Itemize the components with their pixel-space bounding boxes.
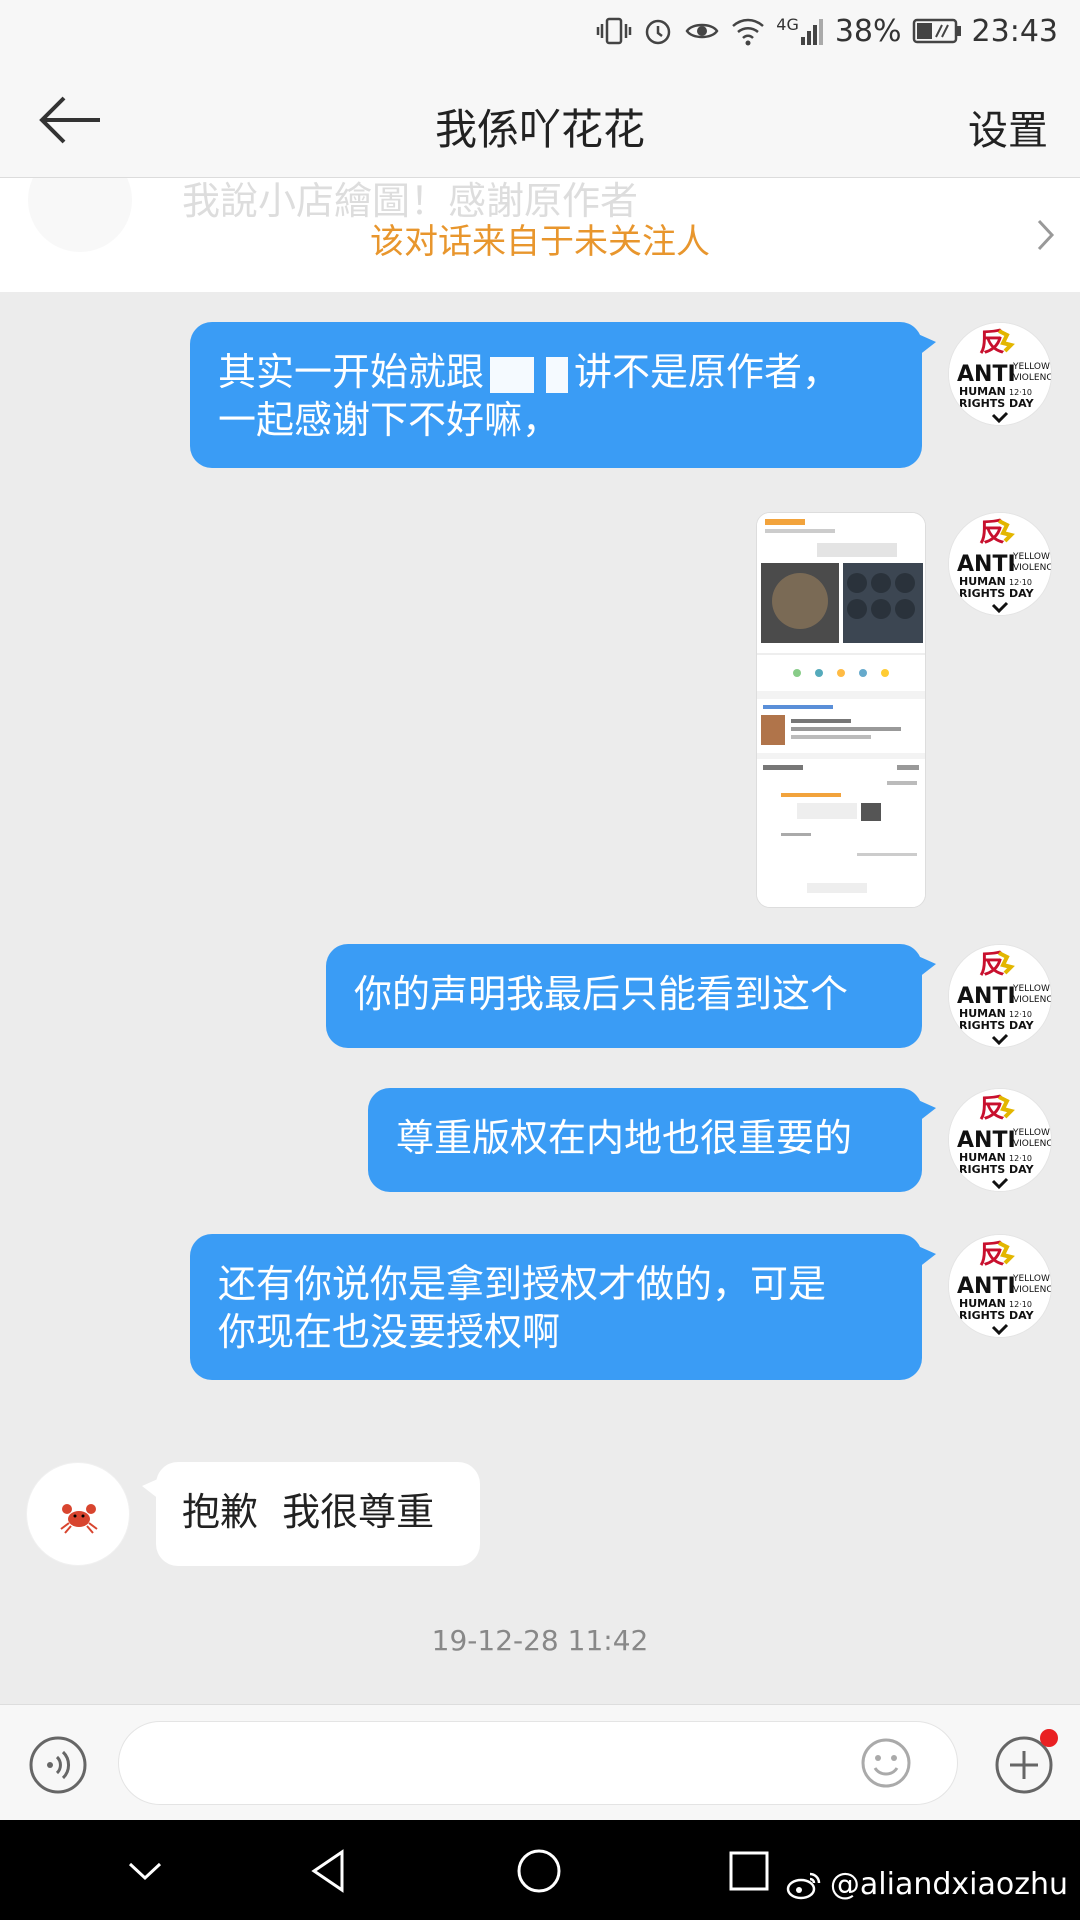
weibo-icon — [786, 1872, 821, 1899]
message-bubble-in[interactable]: 抱歉 我很尊重 — [142, 1462, 480, 1566]
message-text: 一起感谢下不好嘛， — [218, 398, 561, 442]
badge-date: 12·10 — [1009, 1154, 1032, 1163]
message-bubble-out[interactable]: 其实一开始就跟 讲不是原作者， 一起感谢下不好嘛， — [190, 322, 936, 468]
anti-violence-badge-icon: 反ANTIYELLOWVIOLENCEHUMAN12·10RIGHTS DAY — [949, 945, 1052, 1047]
anti-violence-badge-icon: 反ANTIYELLOWVIOLENCEHUMAN12·10RIGHTS DAY — [949, 323, 1052, 425]
chevron-right-icon — [1037, 219, 1055, 251]
system-nav-bar: @aliandxiaozhu — [0, 1820, 1080, 1920]
badge-side1: YELLOW — [1012, 1274, 1050, 1284]
anti-violence-badge-icon: 反ANTIYELLOWVIOLENCEHUMAN12·10RIGHTS DAY — [949, 1235, 1052, 1337]
message-text: 还有你说你是拿到授权才做的，可是 — [218, 1262, 827, 1306]
my-avatar[interactable]: 反ANTIYELLOWVIOLENCEHUMAN12·10RIGHTS DAY — [948, 944, 1052, 1048]
message-text: 抱歉 我很尊重 — [182, 1490, 435, 1534]
notification-dot — [1040, 1729, 1058, 1747]
redaction — [490, 356, 535, 393]
emoji-button[interactable] — [859, 1736, 913, 1790]
message-text: 你现在也没要授权啊 — [218, 1310, 561, 1354]
eye-icon — [685, 23, 719, 39]
chat-header: 我係吖花花 设置 — [0, 62, 1080, 178]
badge-line2: RIGHTS DAY — [959, 587, 1035, 600]
message-bubble-out[interactable]: 尊重版权在内地也很重要的 — [368, 1088, 936, 1192]
anti-violence-badge-icon: 反ANTIYELLOWVIOLENCEHUMAN12·10RIGHTS DAY — [949, 1089, 1052, 1191]
message-input[interactable] — [118, 1721, 958, 1805]
badge-date: 12·10 — [1009, 578, 1032, 587]
my-avatar[interactable]: 反ANTIYELLOWVIOLENCEHUMAN12·10RIGHTS DAY — [948, 322, 1052, 426]
badge-big: ANTI — [957, 552, 1016, 577]
redaction — [546, 356, 569, 393]
screenshot-thumbnail — [757, 513, 925, 907]
message-bubble-out[interactable]: 还有你说你是拿到授权才做的，可是 你现在也没要授权啊 — [190, 1234, 936, 1380]
input-bar — [0, 1704, 1080, 1820]
crab-icon — [60, 1504, 98, 1534]
wifi-icon — [732, 18, 765, 46]
badge-line2: RIGHTS DAY — [959, 1019, 1035, 1032]
clock: 23:43 — [971, 13, 1058, 49]
my-avatar[interactable]: 反ANTIYELLOWVIOLENCEHUMAN12·10RIGHTS DAY — [948, 1234, 1052, 1338]
nav-home-icon[interactable] — [514, 1846, 564, 1896]
stranger-notice[interactable]: 我說小店繪圖！感謝原作者 该对话来自于未关注人 — [0, 178, 1080, 292]
chat-area[interactable]: 其实一开始就跟 讲不是原作者， 一起感谢下不好嘛， 反 ANTI YELLOW VIOL… — [0, 292, 1080, 1704]
badge-date: 12·10 — [1009, 1010, 1032, 1019]
vibrate-icon — [597, 17, 632, 45]
badge-date: 12·10 — [1009, 1300, 1032, 1309]
badge-side1: YELLOW — [1012, 984, 1050, 994]
message-text: 你的声明我最后只能看到这个 — [354, 972, 849, 1016]
my-avatar[interactable]: 反ANTIYELLOWVIOLENCEHUMAN12·10RIGHTS DAY — [948, 512, 1052, 616]
network-type: 4G — [776, 14, 799, 34]
badge-side2: VIOLENCE — [1013, 373, 1052, 383]
anti-violence-badge-icon: 反ANTIYELLOWVIOLENCEHUMAN12·10RIGHTS DAY — [949, 513, 1052, 615]
badge-line2: RIGHTS DAY — [959, 1163, 1035, 1176]
badge-big: ANTI — [957, 1128, 1016, 1153]
status-bar: 4G 38% 23:43 — [0, 0, 1080, 62]
watermark-text: @aliandxiaozhu — [829, 1867, 1068, 1902]
badge-big: ANTI — [957, 1274, 1016, 1299]
battery-icon — [912, 18, 961, 44]
watermark: @aliandxiaozhu — [786, 1867, 1068, 1902]
nav-recents-icon[interactable] — [724, 1846, 774, 1896]
message-bubble-out[interactable]: 你的声明我最后只能看到这个 — [326, 944, 936, 1048]
badge-side2: VIOLENCE — [1013, 563, 1052, 573]
badge-big: ANTI — [957, 362, 1016, 387]
voice-button[interactable] — [28, 1735, 88, 1795]
more-button[interactable] — [994, 1729, 1058, 1795]
badge-big: ANTI — [957, 984, 1016, 1009]
message-text: 其实一开始就跟 — [218, 350, 485, 394]
timestamp: 19-12-28 11:42 — [431, 1624, 649, 1657]
badge-side2: VIOLENCE — [1013, 1139, 1052, 1149]
message-text: 讲不是原作者， — [574, 350, 841, 394]
badge-side2: VIOLENCE — [1013, 1285, 1052, 1295]
badge-line2: RIGHTS DAY — [959, 397, 1035, 410]
badge-side1: YELLOW — [1012, 1128, 1050, 1138]
battery-percent: 38% — [834, 13, 902, 49]
badge-side2: VIOLENCE — [1013, 995, 1052, 1005]
hide-keyboard-icon[interactable] — [120, 1846, 170, 1896]
signal-icon — [800, 19, 823, 45]
message-text: 尊重版权在内地也很重要的 — [396, 1116, 853, 1160]
badge-date: 12·10 — [1009, 388, 1032, 397]
voice-icon — [29, 1736, 87, 1794]
settings-button[interactable]: 设置 — [968, 98, 1048, 156]
image-message[interactable] — [756, 512, 926, 908]
badge-line2: RIGHTS DAY — [959, 1309, 1035, 1322]
my-avatar[interactable]: 反ANTIYELLOWVIOLENCEHUMAN12·10RIGHTS DAY — [948, 1088, 1052, 1192]
alarm-icon — [646, 19, 671, 45]
chat-title: 我係吖花花 — [434, 105, 645, 154]
emoji-icon — [861, 1738, 911, 1788]
notice-text: 该对话来自于未关注人 — [370, 222, 710, 262]
nav-back-icon[interactable] — [304, 1846, 354, 1896]
contact-avatar[interactable] — [26, 1462, 130, 1566]
badge-side1: YELLOW — [1012, 362, 1050, 372]
badge-side1: YELLOW — [1012, 552, 1050, 562]
